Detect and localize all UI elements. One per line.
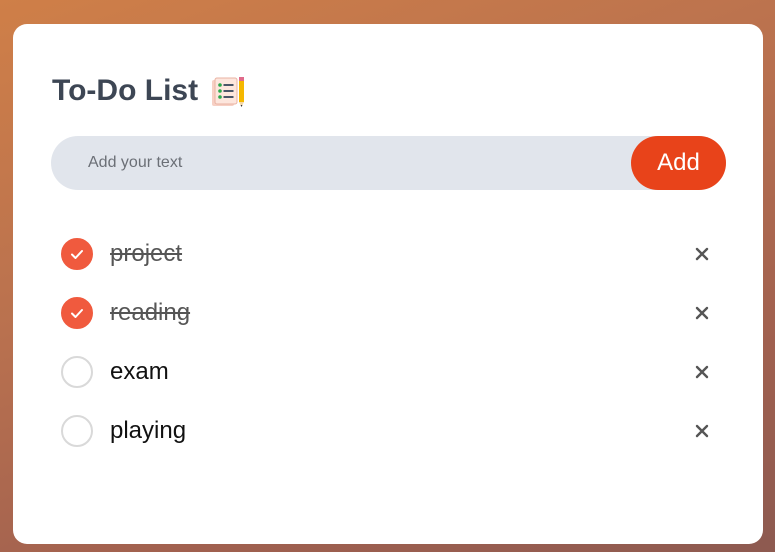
- task-checkbox[interactable]: [61, 355, 93, 388]
- list-item: reading: [61, 283, 726, 342]
- delete-task-button[interactable]: [692, 244, 712, 264]
- page-title: To-Do List: [52, 74, 199, 107]
- add-task-bar: Add: [51, 136, 726, 190]
- todo-card: To-Do List Add your text Add project rea…: [13, 24, 763, 544]
- task-label[interactable]: project: [110, 240, 182, 268]
- list-item: project: [61, 224, 726, 283]
- delete-task-button[interactable]: [692, 303, 712, 323]
- add-button[interactable]: Add: [631, 136, 726, 190]
- task-checkbox[interactable]: [61, 296, 93, 329]
- close-icon: [695, 306, 709, 319]
- task-list: project reading exam playing: [61, 224, 726, 460]
- task-label[interactable]: reading: [110, 299, 190, 327]
- task-input[interactable]: [51, 136, 611, 190]
- close-icon: [695, 247, 709, 260]
- delete-task-button[interactable]: [692, 421, 712, 441]
- task-label[interactable]: exam: [110, 358, 169, 386]
- task-checkbox[interactable]: [61, 414, 93, 447]
- checkmark-icon: [71, 308, 83, 318]
- close-icon: [695, 365, 709, 378]
- close-icon: [695, 424, 709, 437]
- list-item: exam: [61, 342, 726, 401]
- list-item: playing: [61, 401, 726, 460]
- delete-task-button[interactable]: [692, 362, 712, 382]
- header: To-Do List: [52, 74, 246, 108]
- checkmark-icon: [71, 249, 83, 259]
- notepad-pencil-icon: [210, 74, 246, 108]
- task-checkbox[interactable]: [61, 237, 93, 270]
- task-label[interactable]: playing: [110, 417, 186, 445]
